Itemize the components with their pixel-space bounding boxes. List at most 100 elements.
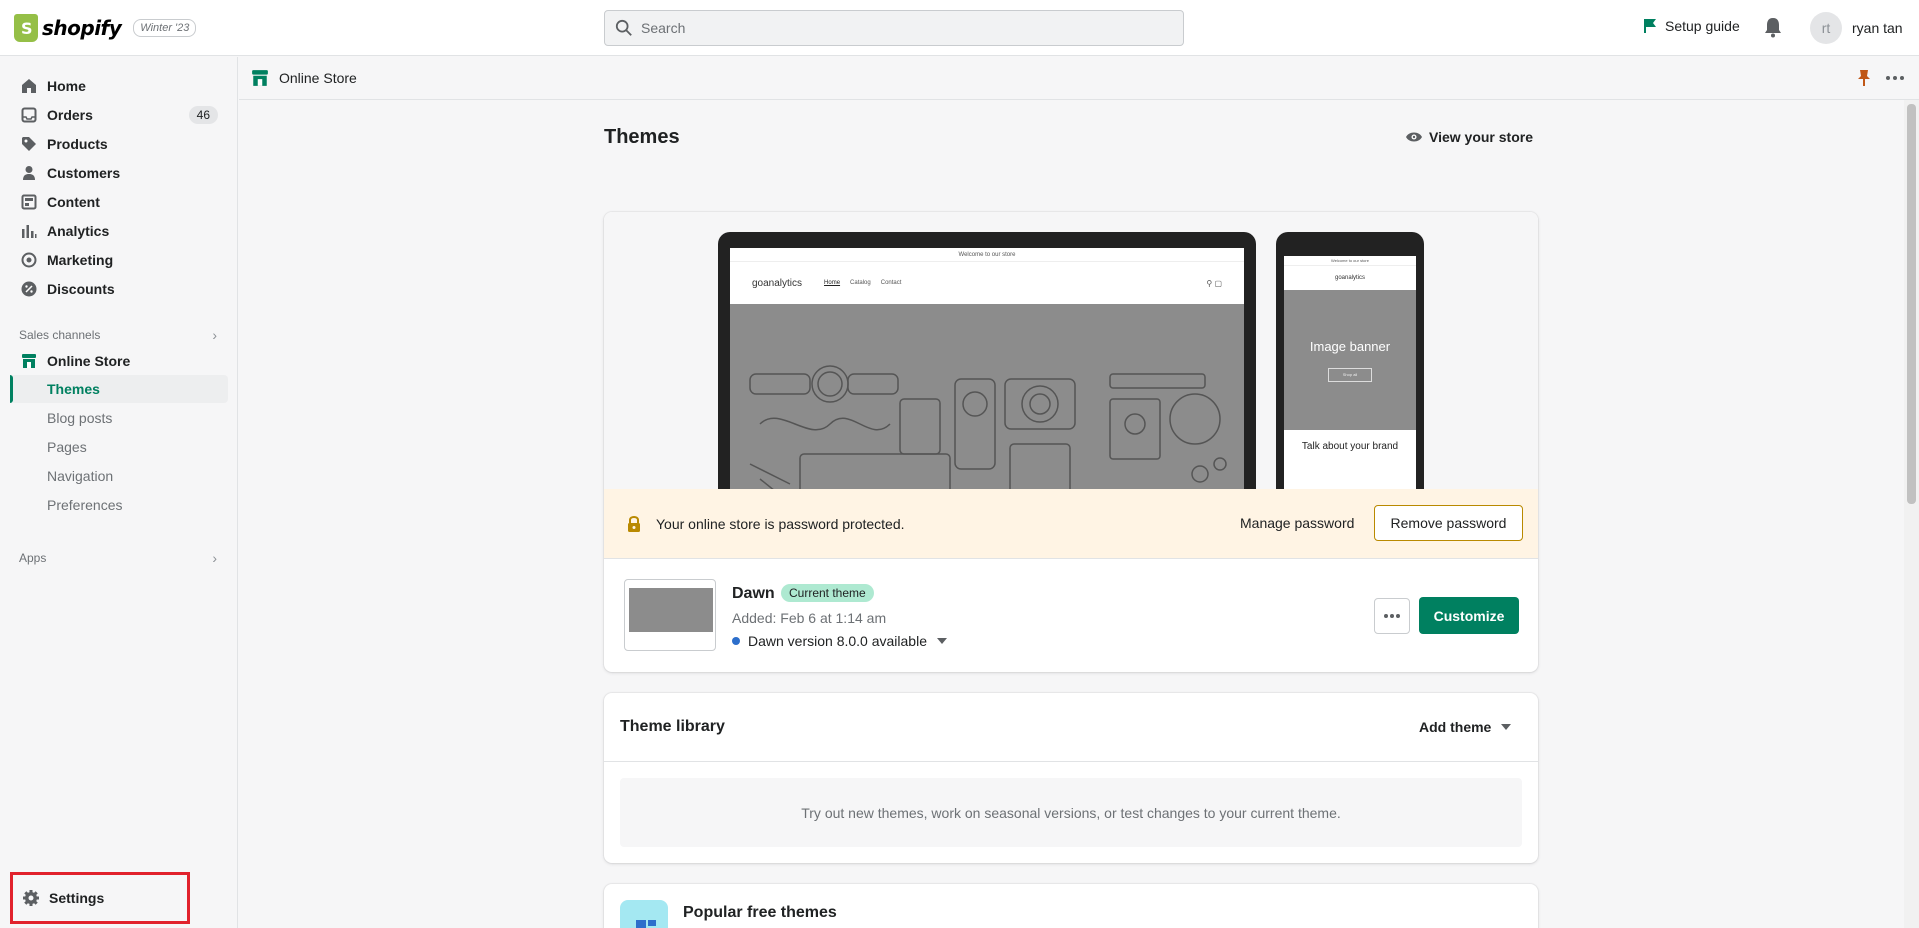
store-icon xyxy=(252,70,268,86)
hero-image xyxy=(730,304,1244,489)
add-theme-button[interactable]: Add theme xyxy=(1419,719,1512,735)
sidebar-item-label: Pages xyxy=(47,439,87,455)
mobile-banner-title: Image banner xyxy=(1309,338,1391,354)
settings-label: Settings xyxy=(49,890,105,906)
sidebar-item-label: Preferences xyxy=(47,497,123,513)
shopify-logo[interactable]: shopify Winter '23 xyxy=(14,14,197,42)
password-banner: Your online store is password protected.… xyxy=(604,489,1538,559)
sidebar-item-blog-posts[interactable]: Blog posts xyxy=(10,404,228,432)
theme-library-card: Theme library Add theme Try out new them… xyxy=(604,693,1538,863)
top-bar: shopify Winter '23 Setup guide rt ryan t… xyxy=(0,0,1919,56)
eye-icon xyxy=(1406,132,1422,142)
avatar: rt xyxy=(1810,12,1842,44)
lock-icon xyxy=(628,515,640,532)
sidebar-item-home[interactable]: Home xyxy=(10,71,228,100)
sales-channels-heading[interactable]: Sales channels › xyxy=(19,327,217,343)
theme-actions-button[interactable] xyxy=(1374,598,1410,634)
sidebar-item-themes[interactable]: Themes xyxy=(10,375,228,403)
customize-button[interactable]: Customize xyxy=(1419,597,1519,634)
caret-down-icon xyxy=(1501,724,1512,730)
bar-chart-icon xyxy=(20,222,38,240)
more-icon[interactable] xyxy=(1885,69,1905,87)
theme-thumbnail xyxy=(624,579,716,651)
mobile-announcement-bar: Welcome to our store xyxy=(1284,256,1416,266)
site-nav-item: Catalog xyxy=(850,280,871,286)
sidebar-item-label: Navigation xyxy=(47,468,114,484)
sidebar-item-discounts[interactable]: Discounts xyxy=(10,274,228,303)
mobile-screen: Welcome to our store goanalytics Image b… xyxy=(1284,256,1416,489)
pin-icon[interactable] xyxy=(1857,69,1871,87)
popular-themes-title: Popular free themes xyxy=(683,904,837,921)
search-bar[interactable] xyxy=(604,10,1184,46)
scrollbar-thumb[interactable] xyxy=(1907,104,1916,504)
sidebar-item-analytics[interactable]: Analytics xyxy=(10,216,228,245)
sidebar-item-label: Home xyxy=(47,77,86,94)
mobile-shop-button: Shop all xyxy=(1328,367,1372,382)
version-dropdown[interactable]: Dawn version 8.0.0 available xyxy=(732,633,947,649)
current-theme-card: Welcome to our store goanalytics Home Ca… xyxy=(604,212,1538,672)
sidebar-item-label: Discounts xyxy=(47,280,115,297)
sidebar-item-orders[interactable]: Orders 46 xyxy=(10,100,228,129)
search-input[interactable] xyxy=(641,20,1161,36)
content-icon xyxy=(20,193,38,211)
bell-icon[interactable] xyxy=(1763,16,1783,38)
flag-icon xyxy=(1644,19,1656,33)
shopify-bag-icon xyxy=(14,14,38,42)
mobile-preview: Welcome to our store goanalytics Image b… xyxy=(1276,232,1424,489)
sidebar-item-customers[interactable]: Customers xyxy=(10,158,228,187)
sidebar-item-settings[interactable]: Settings xyxy=(10,872,190,924)
chevron-right-icon: › xyxy=(212,550,217,566)
sidebar-item-label: Online Store xyxy=(47,352,131,369)
thumbnail-hero xyxy=(629,588,713,632)
caret-down-icon xyxy=(937,638,947,644)
sidebar-item-online-store[interactable]: Online Store xyxy=(10,346,228,375)
store-name: goanalytics xyxy=(752,277,803,289)
tag-icon xyxy=(20,135,38,153)
breadcrumb-title[interactable]: Online Store xyxy=(279,70,357,86)
desktop-preview: Welcome to our store goanalytics Home Ca… xyxy=(718,232,1256,489)
sales-channels-label: Sales channels xyxy=(19,328,101,342)
desktop-screen: Welcome to our store goanalytics Home Ca… xyxy=(730,248,1244,489)
remove-password-button[interactable]: Remove password xyxy=(1374,505,1523,541)
site-nav-item: Home xyxy=(824,280,841,286)
home-icon xyxy=(20,77,38,95)
theme-name: Dawn xyxy=(732,585,775,602)
setup-guide-label: Setup guide xyxy=(1665,18,1740,34)
user-name: ryan tan xyxy=(1852,20,1903,36)
view-store-button[interactable]: View your store xyxy=(1405,129,1533,145)
page-scrollbar[interactable] xyxy=(1904,100,1919,928)
orders-icon xyxy=(20,106,38,124)
announcement-bar: Welcome to our store xyxy=(730,248,1244,262)
library-empty-state: Try out new themes, work on seasonal ver… xyxy=(620,778,1522,847)
popular-themes-card: Popular free themes xyxy=(604,884,1538,928)
gear-icon xyxy=(22,889,40,907)
sidebar-item-marketing[interactable]: Marketing xyxy=(10,245,228,274)
sidebar-item-label: Customers xyxy=(47,164,121,181)
apps-heading[interactable]: Apps › xyxy=(19,550,217,566)
setup-guide-link[interactable]: Setup guide xyxy=(1643,18,1740,34)
more-icon xyxy=(1384,614,1400,618)
sidebar-item-pages[interactable]: Pages xyxy=(10,433,228,461)
current-theme-badge: Current theme xyxy=(781,584,874,602)
sidebar-item-products[interactable]: Products xyxy=(10,129,228,158)
sidebar-item-navigation[interactable]: Navigation xyxy=(10,462,228,490)
mobile-brand-heading: Talk about your brand xyxy=(1301,441,1399,452)
sidebar-item-content[interactable]: Content xyxy=(10,187,228,216)
sidebar-item-label: Products xyxy=(47,135,108,152)
user-menu[interactable]: rt ryan tan xyxy=(1810,12,1903,44)
theme-preview[interactable]: Welcome to our store goanalytics Home Ca… xyxy=(604,212,1538,489)
active-indicator xyxy=(10,375,13,403)
brand-name: shopify xyxy=(42,16,122,40)
add-theme-label: Add theme xyxy=(1419,719,1492,735)
manage-password-link[interactable]: Manage password xyxy=(1240,515,1354,531)
site-nav-item: Contact xyxy=(880,280,902,286)
store-icon xyxy=(20,352,38,370)
cart-icon: ⚲ ▢ xyxy=(1206,279,1222,288)
password-notice: Your online store is password protected. xyxy=(656,515,905,532)
theme-library-title: Theme library xyxy=(620,718,725,735)
mobile-store-name: goanalytics xyxy=(1334,275,1366,281)
sidebar-item-preferences[interactable]: Preferences xyxy=(10,491,228,519)
sidebar-item-label: Blog posts xyxy=(47,410,113,426)
page-title: Themes xyxy=(604,126,680,148)
divider xyxy=(604,761,1538,762)
